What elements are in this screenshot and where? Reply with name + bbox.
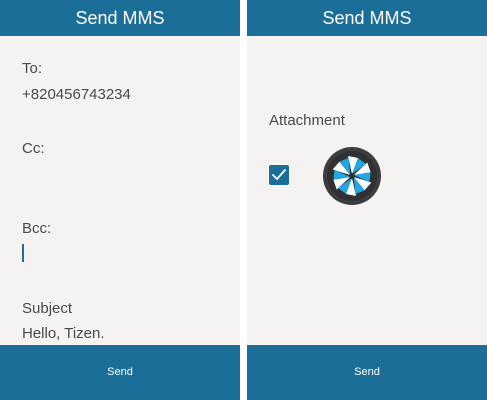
compose-screen-right: Send MMS Attachment Send bbox=[247, 0, 487, 400]
attachment-label: Attachment bbox=[269, 112, 345, 129]
cc-field[interactable] bbox=[22, 162, 222, 182]
to-label: To: bbox=[22, 60, 43, 77]
send-button[interactable]: Send bbox=[0, 345, 240, 400]
text-cursor bbox=[22, 244, 24, 262]
header-title: Send MMS bbox=[0, 0, 240, 36]
compose-screen-left: Send MMS To: +820456743234 Cc: Bcc: Subj… bbox=[0, 0, 240, 400]
tizen-logo-icon[interactable] bbox=[322, 146, 382, 206]
bcc-field[interactable] bbox=[22, 242, 222, 264]
subject-field[interactable]: Hello, Tizen. bbox=[22, 325, 105, 342]
bcc-label: Bcc: bbox=[22, 220, 52, 237]
checkmark-icon bbox=[272, 169, 286, 180]
attachment-checkbox[interactable] bbox=[269, 165, 289, 185]
to-field[interactable]: +820456743234 bbox=[22, 86, 131, 103]
send-button[interactable]: Send bbox=[247, 345, 487, 400]
subject-label: Subject bbox=[22, 300, 73, 317]
header-title: Send MMS bbox=[247, 0, 487, 36]
cc-label: Cc: bbox=[22, 140, 45, 157]
